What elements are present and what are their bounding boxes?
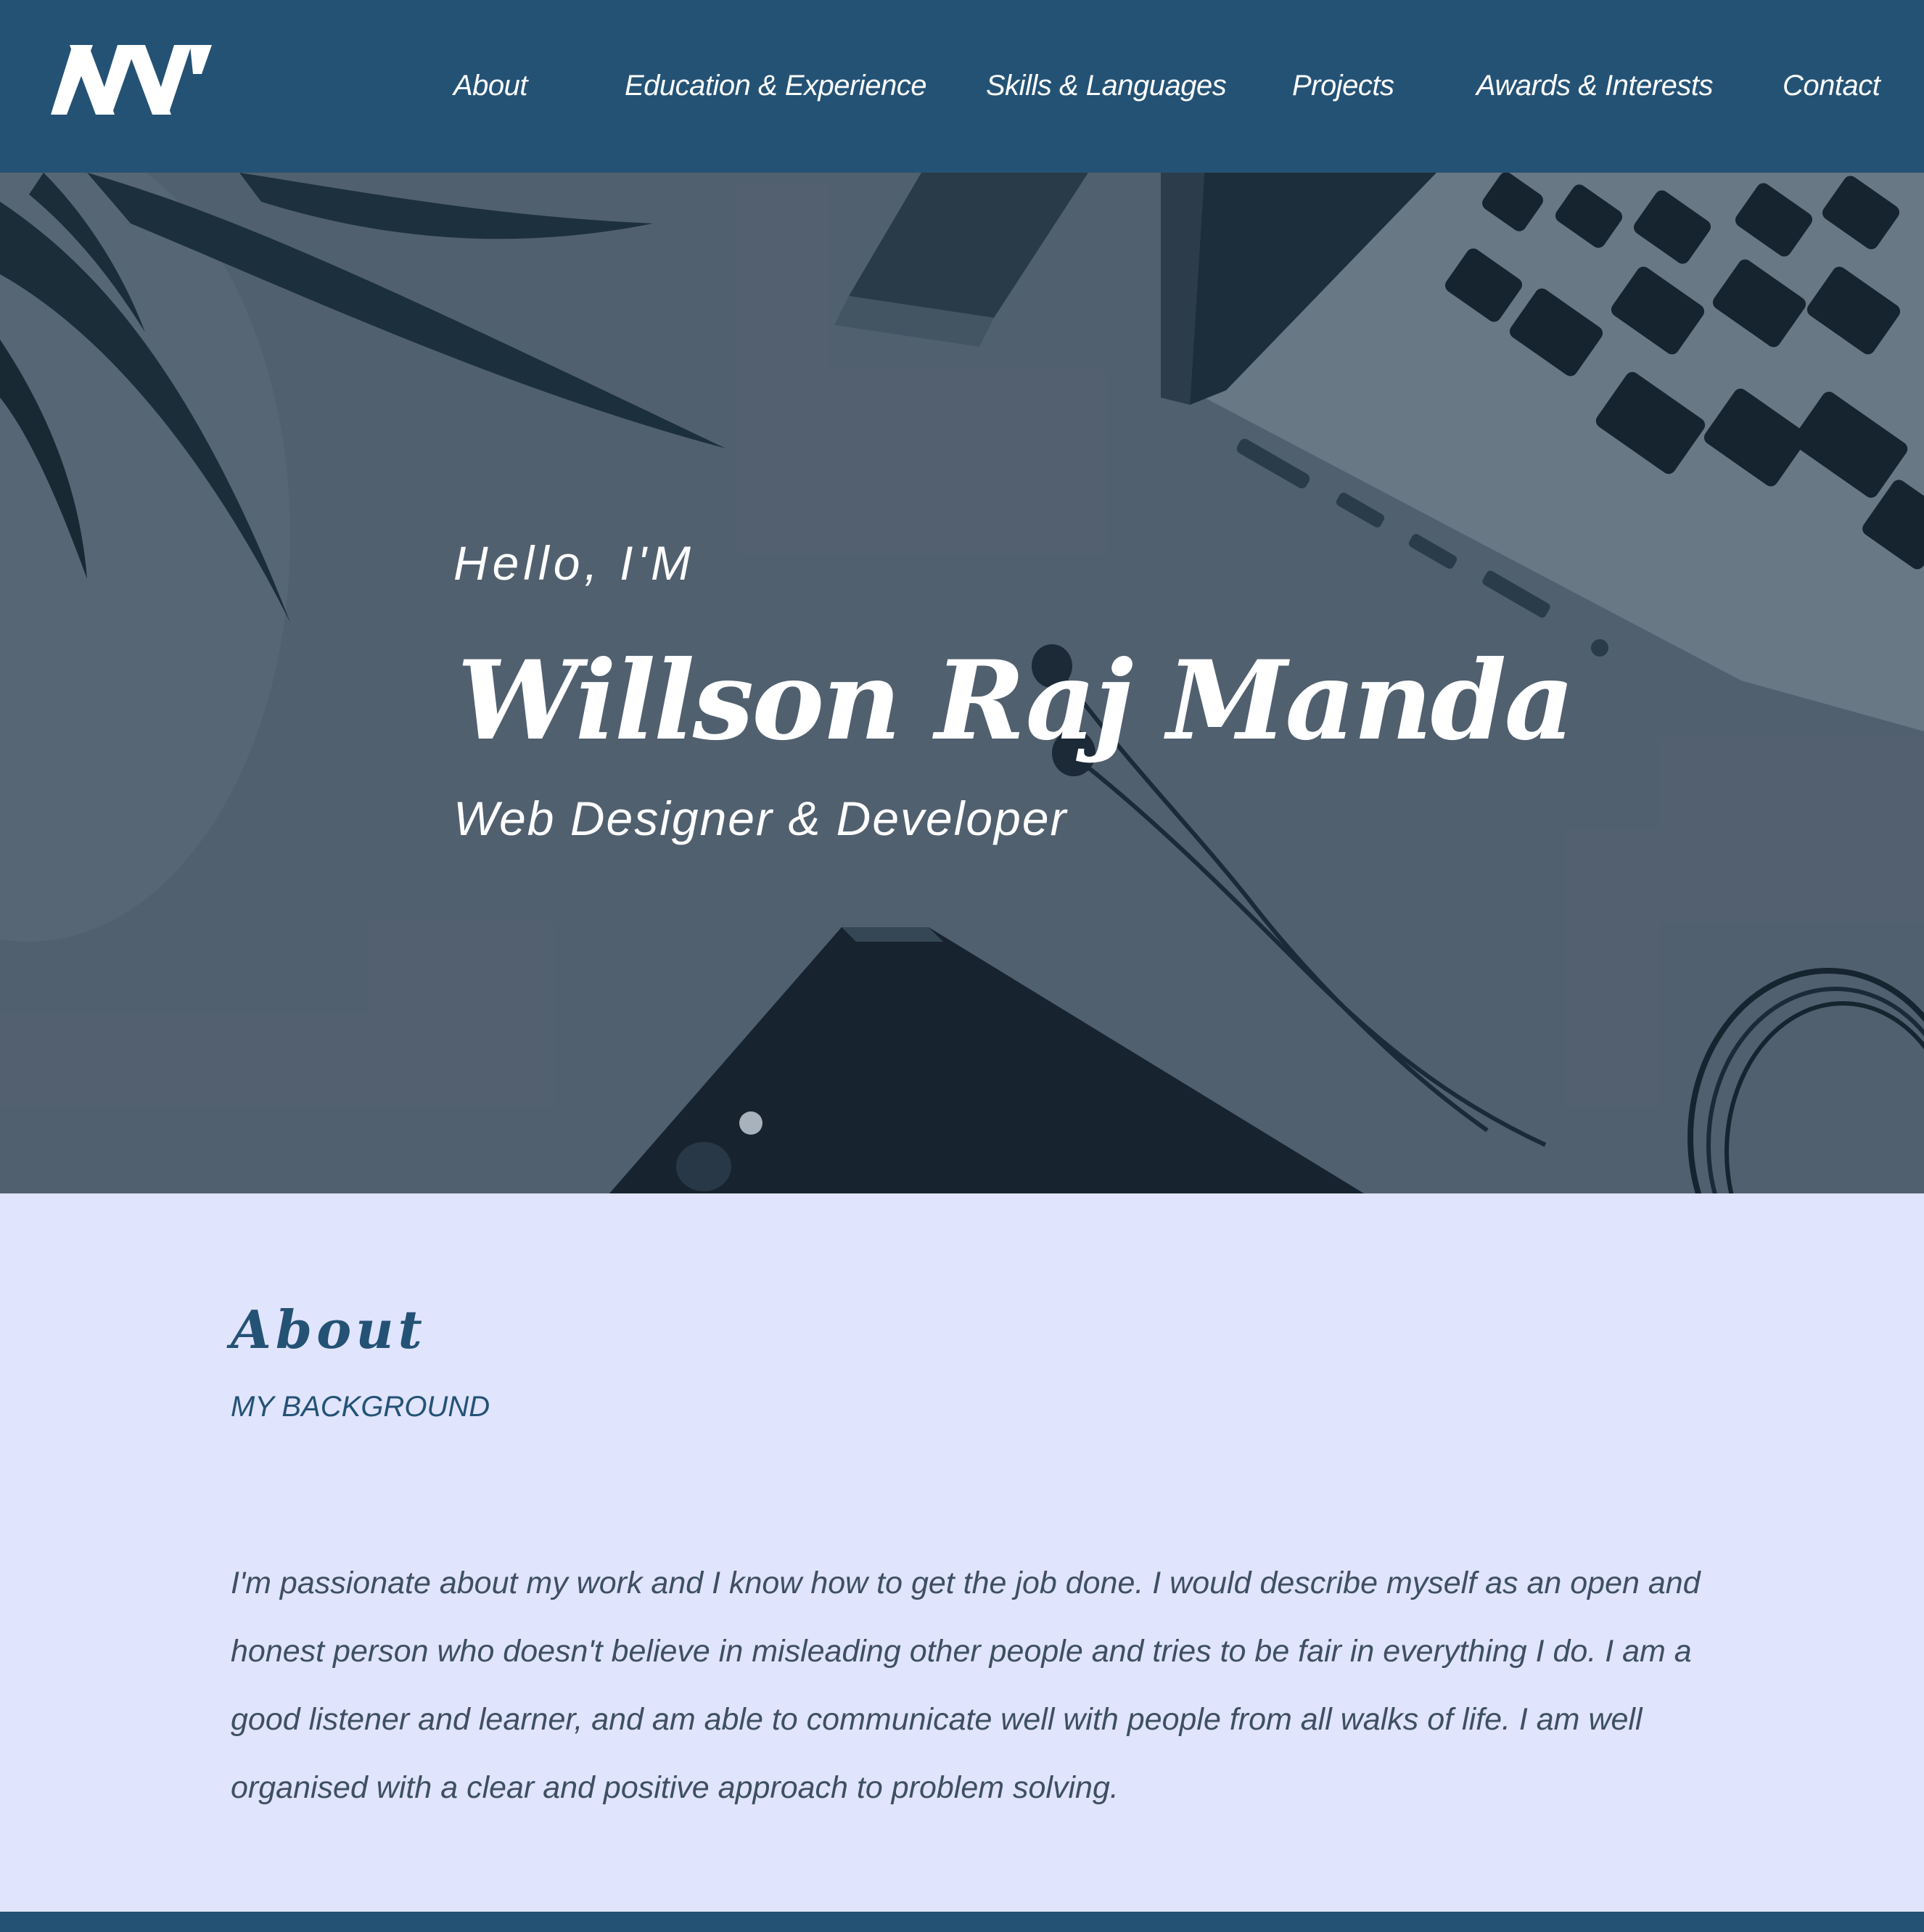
section-divider-band	[0, 1912, 1924, 1932]
hero-greeting: Hello, I'M	[453, 536, 695, 590]
site-header: About Education & Experience Skills & La…	[0, 0, 1924, 173]
nav-education-experience-link[interactable]: Education & Experience	[625, 65, 926, 106]
about-subtitle: MY BACKGROUND	[231, 1391, 490, 1423]
nav-skills-languages-link[interactable]: Skills & Languages	[986, 65, 1227, 106]
hero-section: Hello, I'M Willson Raj Manda Web Designe…	[0, 173, 1924, 1193]
hero-name: Willson Raj Manda	[457, 637, 1575, 765]
page: About Education & Experience Skills & La…	[0, 0, 1924, 1932]
about-section: About MY BACKGROUND I'm passionate about…	[0, 1193, 1924, 1912]
about-description: I'm passionate about my work and I know …	[231, 1566, 1701, 1805]
nav-about-link[interactable]: About	[453, 65, 528, 106]
nav-awards-interests-link[interactable]: Awards & Interests	[1476, 65, 1713, 106]
about-title: About	[231, 1299, 427, 1360]
nav-projects-link[interactable]: Projects	[1292, 65, 1394, 106]
hero-role: Web Designer & Developer	[453, 792, 1068, 845]
nav-contact-link[interactable]: Contact	[1783, 65, 1880, 106]
main-nav: About Education & Experience Skills & La…	[0, 0, 1924, 173]
